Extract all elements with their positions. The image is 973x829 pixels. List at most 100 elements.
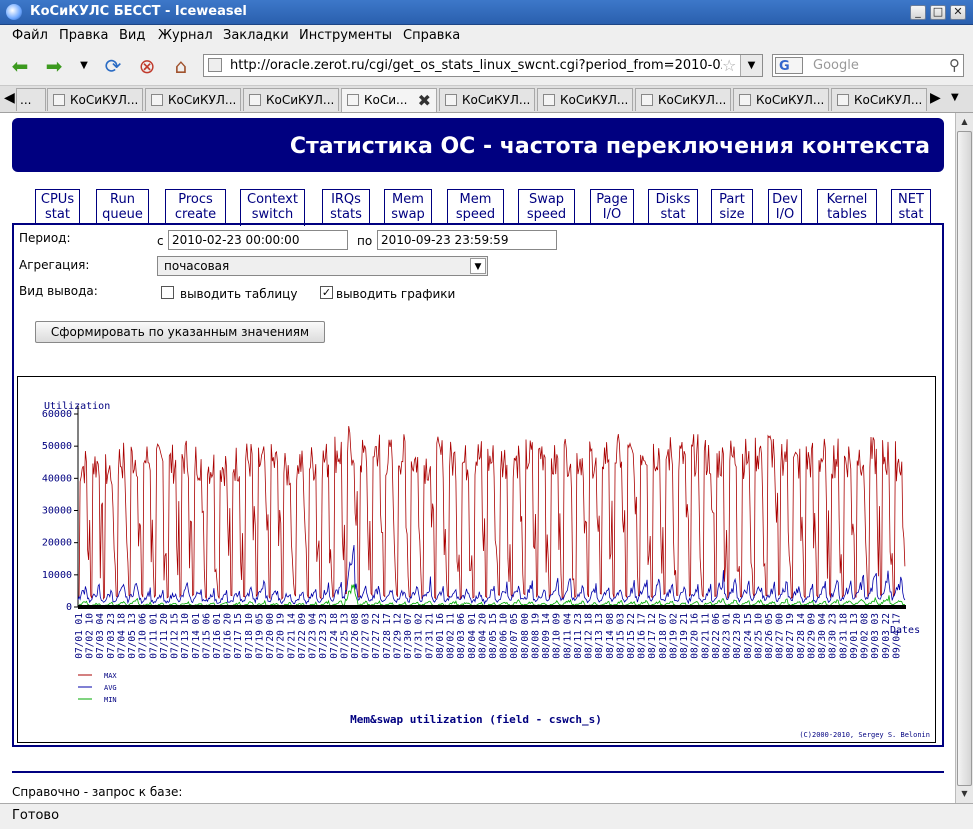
subtab-procs-create[interactable]: Procs create bbox=[165, 189, 226, 224]
subtab-irqs-stats[interactable]: IRQs stats bbox=[322, 189, 370, 224]
chart-container: Utilization 0 10000 20000 30000 40000 50000 600… bbox=[17, 376, 936, 743]
x-tick-label: 08/14 08 bbox=[605, 613, 616, 659]
back-icon[interactable]: ⬅ bbox=[8, 55, 32, 77]
tabs-scroll-right-icon[interactable]: ▶ bbox=[930, 90, 941, 106]
page-content: Статистика ОС - частота переключения кон… bbox=[0, 113, 955, 803]
x-tick-label: 08/19 21 bbox=[679, 613, 690, 659]
subtab-cpus-stat[interactable]: CPUs stat bbox=[35, 189, 80, 224]
browser-tab[interactable]: КоСиКУЛ... bbox=[243, 88, 339, 111]
subtab-kernel-tables[interactable]: Kernel tables bbox=[817, 189, 877, 224]
address-bar[interactable]: http://oracle.zerot.ru/cgi/get_os_stats_… bbox=[203, 54, 763, 77]
chart-svg: Utilization01000020000300004000050000600… bbox=[42, 401, 930, 739]
search-placeholder[interactable]: Google bbox=[813, 58, 859, 73]
x-tick-label: 07/22 09 bbox=[297, 613, 308, 659]
legend-label: MAX bbox=[104, 672, 117, 680]
aggregation-value: почасовая bbox=[164, 259, 230, 273]
y-tick-label: 60000 bbox=[42, 409, 72, 420]
aggregation-select[interactable]: почасовая ▼ bbox=[157, 256, 488, 276]
subtab-mem-speed[interactable]: Mem speed bbox=[447, 189, 504, 224]
x-tick-label: 08/04 01 bbox=[467, 613, 478, 659]
menu-tools[interactable]: Инструменты bbox=[299, 28, 392, 43]
subtab-page-io[interactable]: Page I/O bbox=[590, 189, 634, 224]
subtab-net-stat[interactable]: NET stat bbox=[891, 189, 931, 224]
stop-icon[interactable]: ⊗ bbox=[135, 55, 159, 77]
menu-help[interactable]: Справка bbox=[403, 28, 460, 43]
x-tick-label: 07/26 08 bbox=[350, 613, 361, 659]
period-from-input[interactable]: 2010-02-23 00:00:00 bbox=[168, 230, 348, 250]
menu-view[interactable]: Вид bbox=[119, 28, 145, 43]
x-tick-label: 09/03 03 bbox=[870, 613, 881, 659]
tab-list-icon[interactable]: ▼ bbox=[951, 92, 959, 103]
url-dropdown-icon[interactable]: ▼ bbox=[740, 55, 762, 76]
x-tick-label: 08/25 10 bbox=[753, 613, 764, 659]
scroll-thumb[interactable] bbox=[957, 131, 972, 786]
period-to-input[interactable]: 2010-09-23 23:59:59 bbox=[377, 230, 557, 250]
submit-button[interactable]: Сформировать по указанным значениям bbox=[35, 321, 325, 343]
x-tick-label: 08/23 01 bbox=[722, 613, 733, 659]
tab-favicon-icon bbox=[151, 94, 163, 106]
menu-edit[interactable]: Правка bbox=[59, 28, 108, 43]
browser-tab[interactable]: КоСиКУЛ... bbox=[537, 88, 633, 111]
subtab-disks-stat[interactable]: Disks stat bbox=[648, 189, 698, 224]
scroll-down-icon[interactable]: ▼ bbox=[957, 786, 972, 802]
table-checkbox-label[interactable]: выводить таблицу bbox=[180, 287, 297, 301]
x-tick-label: 08/29 09 bbox=[806, 613, 817, 659]
tabs-scroll-left-icon[interactable]: ◀ bbox=[4, 90, 15, 106]
page-title: Статистика ОС - частота переключения кон… bbox=[289, 134, 930, 159]
search-box[interactable]: G Google ⚲ bbox=[772, 54, 964, 77]
forward-icon[interactable]: ➡ bbox=[42, 55, 66, 77]
scroll-up-icon[interactable]: ▲ bbox=[957, 114, 972, 130]
graph-checkbox[interactable]: ✓ bbox=[320, 286, 333, 299]
browser-tab-active[interactable]: КоСи... ✖ bbox=[341, 88, 437, 112]
subtab-dev-io[interactable]: Dev I/O bbox=[768, 189, 802, 224]
search-icon[interactable]: ⚲ bbox=[949, 56, 960, 74]
x-tick-label: 08/16 17 bbox=[637, 613, 648, 659]
maximize-icon[interactable]: □ bbox=[930, 5, 946, 20]
vertical-scrollbar[interactable]: ▲ ▼ bbox=[955, 113, 973, 803]
tab-close-icon[interactable]: ✖ bbox=[418, 91, 431, 110]
reload-icon[interactable]: ⟳ bbox=[101, 55, 125, 77]
history-dropdown-icon[interactable]: ▼ bbox=[72, 55, 96, 77]
url-text[interactable]: http://oracle.zerot.ru/cgi/get_os_stats_… bbox=[230, 58, 722, 73]
x-tick-label: 08/19 02 bbox=[668, 613, 679, 659]
home-icon[interactable]: ⌂ bbox=[169, 55, 193, 77]
iceweasel-logo-icon bbox=[6, 4, 22, 20]
menu-file[interactable]: Файл bbox=[12, 28, 48, 43]
series-line-max bbox=[77, 426, 906, 601]
browser-tab[interactable]: КоСиКУЛ... bbox=[145, 88, 241, 111]
x-tick-label: 08/10 09 bbox=[552, 613, 563, 659]
x-tick-label: 07/27 22 bbox=[371, 613, 382, 659]
page-banner: Статистика ОС - частота переключения кон… bbox=[12, 118, 944, 172]
x-tick-label: 07/31 02 bbox=[414, 613, 425, 659]
y-tick-label: 40000 bbox=[42, 473, 72, 484]
browser-tab[interactable]: КоСиКУЛ... bbox=[439, 88, 535, 111]
menu-bookmarks[interactable]: Закладки bbox=[223, 28, 289, 43]
graph-checkbox-label[interactable]: выводить графики bbox=[336, 287, 455, 301]
bookmark-star-icon[interactable]: ☆ bbox=[722, 56, 736, 75]
aggregation-label: Агрегация: bbox=[19, 258, 90, 272]
menu-history[interactable]: Журнал bbox=[158, 28, 213, 43]
subtab-swap-speed[interactable]: Swap speed bbox=[518, 189, 575, 224]
browser-tab[interactable]: КоСиКУЛ... bbox=[47, 88, 143, 111]
table-checkbox[interactable] bbox=[161, 286, 174, 299]
subtab-part-size[interactable]: Part size bbox=[711, 189, 753, 224]
browser-tab[interactable]: КоСиКУЛ... bbox=[733, 88, 829, 111]
from-prefix: с bbox=[157, 234, 164, 248]
chevron-down-icon[interactable]: ▼ bbox=[470, 258, 486, 274]
x-tick-label: 07/25 13 bbox=[339, 613, 350, 659]
subtab-mem-swap[interactable]: Mem swap bbox=[384, 189, 432, 224]
y-tick-label: 0 bbox=[66, 602, 72, 613]
browser-tab[interactable]: ... bbox=[16, 88, 46, 111]
x-tick-label: 07/28 17 bbox=[382, 613, 393, 659]
browser-tab[interactable]: КоСиКУЛ... bbox=[635, 88, 731, 111]
subtab-run-queue[interactable]: Run queue bbox=[96, 189, 149, 224]
search-engine-icon[interactable]: G bbox=[775, 57, 803, 74]
x-tick-label: 08/22 06 bbox=[711, 613, 722, 659]
minimize-icon[interactable]: _ bbox=[910, 5, 926, 20]
tab-favicon-icon bbox=[837, 94, 849, 106]
subtab-context-switch[interactable]: Context switch bbox=[240, 189, 305, 226]
browser-tab[interactable]: КоСиКУЛ... bbox=[831, 88, 927, 111]
close-icon[interactable]: ✕ bbox=[950, 5, 966, 20]
x-tick-label: 07/03 04 bbox=[95, 613, 106, 659]
nav-toolbar: ⬅ ➡ ▼ ⟳ ⊗ ⌂ http://oracle.zerot.ru/cgi/g… bbox=[0, 47, 973, 86]
